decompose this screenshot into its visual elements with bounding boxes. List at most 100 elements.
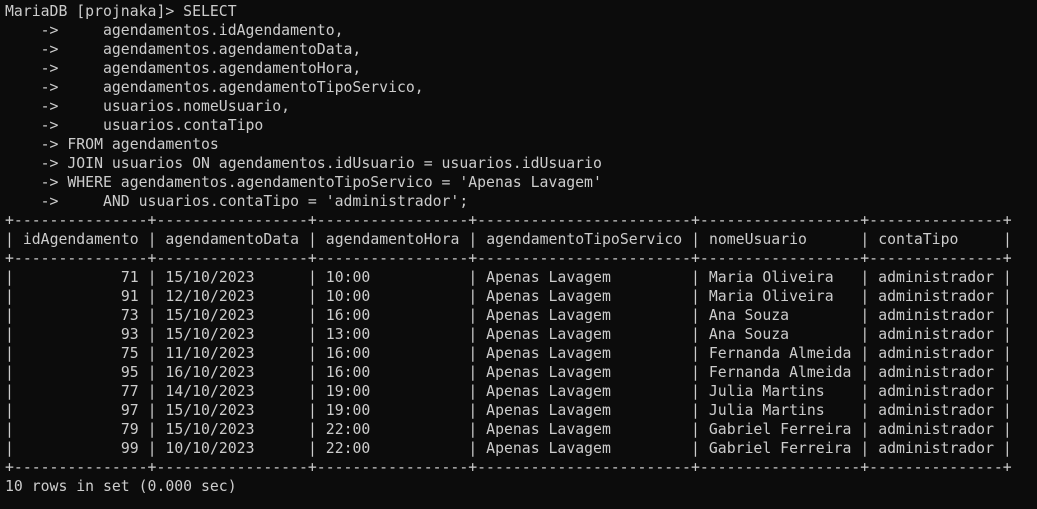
column-header: contaTipo — [878, 231, 959, 248]
table-cell: Apenas Lavagem — [486, 402, 611, 419]
query-text: FROM agendamentos — [67, 136, 219, 153]
table-cell: 77 — [120, 383, 139, 400]
table-cell: 10:00 — [325, 269, 371, 286]
table-cell: Ana Souza — [708, 307, 790, 324]
continuation-prompt: -> — [5, 22, 68, 39]
query-text: JOIN usuarios ON agendamentos.idUsuario … — [67, 155, 602, 172]
table-border: +---------------+-----------------+-----… — [5, 250, 1012, 267]
mariadb-prompt: MariaDB [projnaka]> — [5, 3, 184, 20]
table-header-row: | idAgendamento | agendamentoData | agen… — [5, 231, 1012, 248]
query-continuation-line: -> agendamentos.agendamentoData, — [5, 40, 1035, 59]
table-cell: 95 — [120, 364, 139, 381]
query-text: usuarios.nomeUsuario, — [67, 98, 291, 115]
table-row: | 95 | 16/10/2023 | 16:00 | Apenas Lavag… — [5, 364, 1012, 381]
query-text: WHERE agendamentos.agendamentoTipoServic… — [67, 174, 602, 191]
continuation-prompt: -> — [5, 41, 68, 58]
query-text: agendamentos.agendamentoTipoServico, — [67, 79, 424, 96]
query-text: SELECT — [183, 3, 237, 20]
query-text: usuarios.contaTipo — [67, 117, 264, 134]
table-cell: administrador — [878, 421, 994, 438]
table-row: | 99 | 10/10/2023 | 22:00 | Apenas Lavag… — [5, 440, 1012, 457]
table-cell: Gabriel Ferreira — [708, 440, 852, 457]
table-cell: Maria Oliveira — [708, 269, 834, 286]
continuation-prompt: -> — [5, 117, 68, 134]
table-cell: 16:00 — [325, 345, 371, 362]
table-cell: administrador — [878, 269, 994, 286]
table-cell: 15/10/2023 — [165, 307, 255, 324]
continuation-prompt: -> — [5, 79, 68, 96]
table-cell: administrador — [878, 440, 994, 457]
table-cell: Julia Martins — [708, 402, 825, 419]
table-cell: 19:00 — [325, 402, 371, 419]
table-cell: Apenas Lavagem — [486, 440, 611, 457]
table-cell: administrador — [878, 307, 994, 324]
table-cell: administrador — [878, 288, 994, 305]
table-row: | 75 | 11/10/2023 | 16:00 | Apenas Lavag… — [5, 345, 1012, 362]
table-cell: administrador — [878, 383, 994, 400]
table-cell: Apenas Lavagem — [486, 269, 611, 286]
query-text: AND usuarios.contaTipo = 'administrador'… — [67, 193, 469, 210]
table-cell: 11/10/2023 — [165, 345, 255, 362]
column-header: agendamentoTipoServico — [486, 231, 683, 248]
table-cell: 93 — [120, 326, 139, 343]
table-cell: administrador — [878, 345, 994, 362]
table-cell: administrador — [878, 326, 994, 343]
table-cell: 15/10/2023 — [165, 421, 255, 438]
query-continuation-line: -> usuarios.contaTipo — [5, 116, 1035, 135]
column-header: agendamentoData — [165, 231, 300, 248]
table-cell: Apenas Lavagem — [486, 326, 611, 343]
table-cell: Apenas Lavagem — [486, 421, 611, 438]
table-border: +---------------+-----------------+-----… — [5, 459, 1012, 476]
table-cell: 15/10/2023 — [165, 402, 255, 419]
table-cell: 75 — [120, 345, 139, 362]
table-cell: 22:00 — [325, 440, 371, 457]
table-cell: Apenas Lavagem — [486, 364, 611, 381]
result-table: +---------------+-----------------+-----… — [5, 211, 1035, 477]
table-border: +---------------+-----------------+-----… — [5, 212, 1012, 229]
table-cell: 16:00 — [325, 307, 371, 324]
query-continuation-line: -> WHERE agendamentos.agendamentoTipoSer… — [5, 173, 1035, 192]
query-continuation: -> agendamentos.idAgendamento, -> agenda… — [5, 21, 1035, 211]
table-cell: 15/10/2023 — [165, 326, 255, 343]
table-cell: administrador — [878, 364, 994, 381]
table-cell: 22:00 — [325, 421, 371, 438]
query-continuation-line: -> FROM agendamentos — [5, 135, 1035, 154]
table-cell: 99 — [120, 440, 139, 457]
column-header: agendamentoHora — [325, 231, 460, 248]
result-footer: 10 rows in set (0.000 sec) — [5, 478, 237, 495]
terminal-output: MariaDB [projnaka]> SELECT -> agendament… — [5, 2, 1035, 496]
query-line: MariaDB [projnaka]> SELECT — [5, 2, 1035, 21]
table-cell: 79 — [120, 421, 139, 438]
table-cell: Apenas Lavagem — [486, 383, 611, 400]
table-cell: 14/10/2023 — [165, 383, 255, 400]
table-row: | 91 | 12/10/2023 | 10:00 | Apenas Lavag… — [5, 288, 1012, 305]
table-cell: 10/10/2023 — [165, 440, 255, 457]
table-cell: 10:00 — [325, 288, 371, 305]
table-cell: Fernanda Almeida — [708, 345, 852, 362]
table-row: | 93 | 15/10/2023 | 13:00 | Apenas Lavag… — [5, 326, 1012, 343]
table-row: | 97 | 15/10/2023 | 19:00 | Apenas Lavag… — [5, 402, 1012, 419]
continuation-prompt: -> — [5, 193, 68, 210]
continuation-prompt: -> — [5, 98, 68, 115]
query-continuation-line: -> agendamentos.agendamentoHora, — [5, 59, 1035, 78]
query-text: agendamentos.agendamentoHora, — [67, 60, 362, 77]
continuation-prompt: -> — [5, 60, 68, 77]
table-cell: 19:00 — [325, 383, 371, 400]
table-cell: 12/10/2023 — [165, 288, 255, 305]
table-cell: 16:00 — [325, 364, 371, 381]
continuation-prompt: -> — [5, 136, 68, 153]
column-header: nomeUsuario — [708, 231, 807, 248]
table-cell: Gabriel Ferreira — [708, 421, 852, 438]
table-cell: 13:00 — [325, 326, 371, 343]
table-cell: Apenas Lavagem — [486, 288, 611, 305]
table-cell: administrador — [878, 402, 994, 419]
table-cell: 73 — [120, 307, 139, 324]
continuation-prompt: -> — [5, 174, 68, 191]
table-row: | 77 | 14/10/2023 | 19:00 | Apenas Lavag… — [5, 383, 1012, 400]
table-cell: Ana Souza — [708, 326, 790, 343]
table-cell: 71 — [120, 269, 139, 286]
continuation-prompt: -> — [5, 155, 68, 172]
table-row: | 71 | 15/10/2023 | 10:00 | Apenas Lavag… — [5, 269, 1012, 286]
table-cell: Julia Martins — [708, 383, 825, 400]
table-cell: Maria Oliveira — [708, 288, 834, 305]
